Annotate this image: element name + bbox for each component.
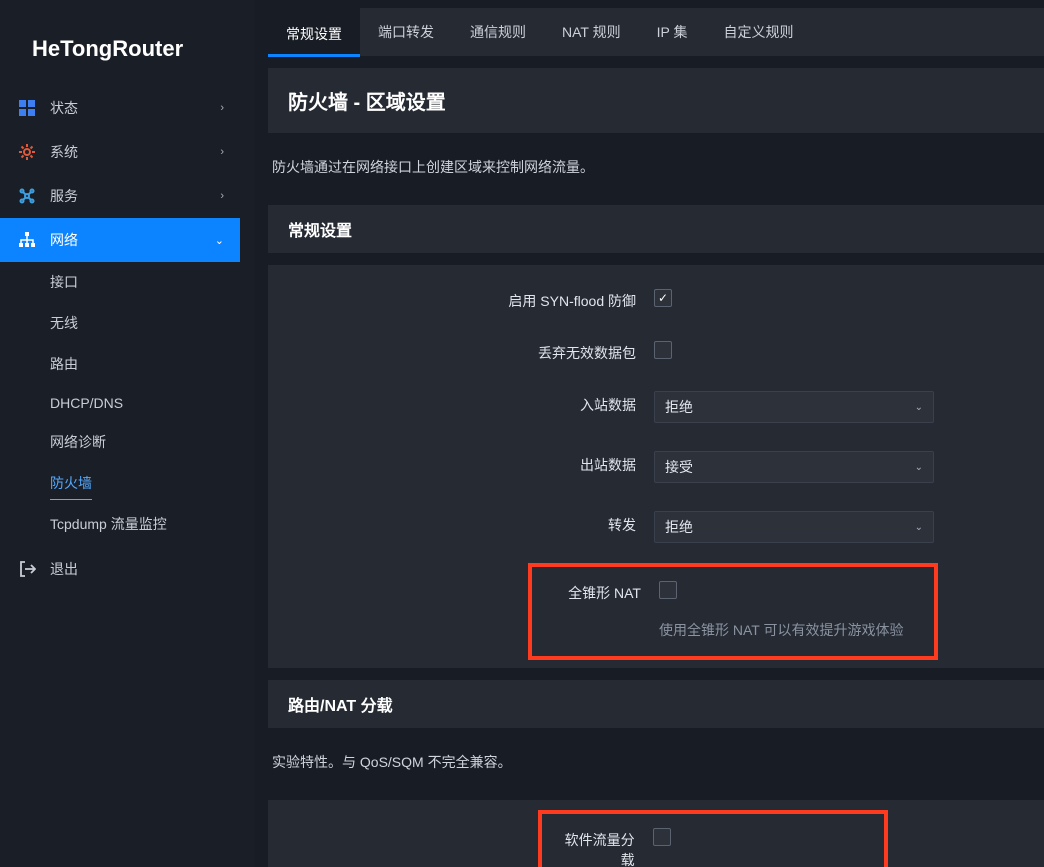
tab-general[interactable]: 常规设置 <box>268 8 360 56</box>
drop-invalid-checkbox[interactable] <box>654 341 672 359</box>
sidebar-item-status[interactable]: 状态 › <box>0 86 240 130</box>
tab-port-forward[interactable]: 端口转发 <box>360 8 452 56</box>
forward-select[interactable]: 拒绝 ⌄ <box>654 511 934 543</box>
input-label: 入站数据 <box>288 391 654 415</box>
sidebar: HeTongRouter 状态 › 系统 › 服务 › 网络 ⌄ 接口 无线 路… <box>0 0 240 867</box>
sidebar-subitem-tcpdump[interactable]: Tcpdump 流量监控 <box>0 504 240 545</box>
software-offload-checkbox[interactable] <box>653 828 671 846</box>
offload-description: 实验特性。与 QoS/SQM 不完全兼容。 <box>268 740 1044 788</box>
section-general-body: 启用 SYN-flood 防御 丢弃无效数据包 入站数据 拒绝 ⌄ 出站数据 <box>268 265 1044 668</box>
brand-title: HeTongRouter <box>0 0 240 86</box>
forward-select-value: 拒绝 <box>665 517 693 537</box>
logout-icon <box>18 560 36 578</box>
chevron-down-icon: ⌄ <box>915 402 923 413</box>
sidebar-item-services[interactable]: 服务 › <box>0 174 240 218</box>
section-offload-header: 路由/NAT 分载 <box>268 680 1044 728</box>
output-select-value: 接受 <box>665 457 693 477</box>
row-software-offload: 软件流量分载 基于软件的 路由/NAT 分载 <box>552 820 874 867</box>
tab-nat-rules[interactable]: NAT 规则 <box>544 8 639 56</box>
fullcone-label: 全锥形 NAT <box>542 579 659 603</box>
page-title-panel: 防火墙 - 区域设置 <box>268 68 1044 133</box>
sidebar-item-network[interactable]: 网络 ⌄ <box>0 218 240 262</box>
chevron-right-icon: › <box>220 146 224 158</box>
chevron-right-icon: › <box>220 102 224 114</box>
sidebar-subitem-wireless[interactable]: 无线 <box>0 303 240 344</box>
status-icon <box>18 99 36 117</box>
software-offload-label: 软件流量分载 <box>552 826 653 867</box>
tab-ip-sets[interactable]: IP 集 <box>639 8 706 56</box>
gear-icon <box>18 143 36 161</box>
sidebar-item-label: 网络 <box>50 230 215 250</box>
main-content: 常规设置 端口转发 通信规则 NAT 规则 IP 集 自定义规则 防火墙 - 区… <box>254 0 1044 867</box>
sidebar-item-label: 服务 <box>50 186 220 206</box>
chevron-down-icon: ⌄ <box>915 462 923 473</box>
input-select[interactable]: 拒绝 ⌄ <box>654 391 934 423</box>
section-general-header: 常规设置 <box>268 205 1044 253</box>
chevron-down-icon: ⌄ <box>215 234 224 247</box>
fullcone-checkbox[interactable] <box>659 581 677 599</box>
row-input: 入站数据 拒绝 ⌄ <box>288 377 1024 437</box>
sidebar-item-system[interactable]: 系统 › <box>0 130 240 174</box>
sidebar-subitems: 接口 无线 路由 DHCP/DNS 网络诊断 防火墙 Tcpdump 流量监控 <box>0 262 240 545</box>
syn-flood-checkbox[interactable] <box>654 289 672 307</box>
sidebar-subitem-dhcp-dns[interactable]: DHCP/DNS <box>0 385 240 422</box>
section-offload-body: 软件流量分载 基于软件的 路由/NAT 分载 <box>268 800 1044 867</box>
sidebar-subitem-diagnostics[interactable]: 网络诊断 <box>0 422 240 463</box>
sidebar-subitem-interfaces[interactable]: 接口 <box>0 262 240 303</box>
tabs-bar: 常规设置 端口转发 通信规则 NAT 规则 IP 集 自定义规则 <box>268 8 1044 56</box>
network-icon <box>18 231 36 249</box>
sidebar-item-label: 退出 <box>50 559 224 579</box>
sidebar-item-label: 系统 <box>50 142 220 162</box>
highlight-fullcone-nat: 全锥形 NAT 使用全锥形 NAT 可以有效提升游戏体验 <box>528 563 938 660</box>
fullcone-hint: 使用全锥形 NAT 可以有效提升游戏体验 <box>659 620 924 640</box>
chevron-right-icon: › <box>220 190 224 202</box>
section-title: 路由/NAT 分载 <box>288 692 1024 716</box>
row-drop-invalid: 丢弃无效数据包 <box>288 325 1024 377</box>
services-icon <box>18 187 36 205</box>
forward-label: 转发 <box>288 511 654 535</box>
output-select[interactable]: 接受 ⌄ <box>654 451 934 483</box>
row-syn-flood: 启用 SYN-flood 防御 <box>288 273 1024 325</box>
row-output: 出站数据 接受 ⌄ <box>288 437 1024 497</box>
row-fullcone: 全锥形 NAT 使用全锥形 NAT 可以有效提升游戏体验 <box>542 573 924 646</box>
input-select-value: 拒绝 <box>665 397 693 417</box>
syn-flood-label: 启用 SYN-flood 防御 <box>288 287 654 311</box>
page-description: 防火墙通过在网络接口上创建区域来控制网络流量。 <box>268 145 1044 193</box>
row-forward: 转发 拒绝 ⌄ <box>288 497 1024 557</box>
sidebar-item-logout[interactable]: 退出 <box>0 545 240 593</box>
page-title: 防火墙 - 区域设置 <box>288 86 1024 115</box>
tab-custom-rules[interactable]: 自定义规则 <box>705 8 811 56</box>
output-label: 出站数据 <box>288 451 654 475</box>
highlight-software-offload: 软件流量分载 基于软件的 路由/NAT 分载 <box>538 810 888 867</box>
sidebar-subitem-firewall[interactable]: 防火墙 <box>50 463 92 500</box>
section-title: 常规设置 <box>288 217 1024 241</box>
sidebar-item-label: 状态 <box>50 98 220 118</box>
tab-traffic-rules[interactable]: 通信规则 <box>452 8 544 56</box>
chevron-down-icon: ⌄ <box>915 522 923 533</box>
drop-invalid-label: 丢弃无效数据包 <box>288 339 654 363</box>
sidebar-subitem-routing[interactable]: 路由 <box>0 344 240 385</box>
